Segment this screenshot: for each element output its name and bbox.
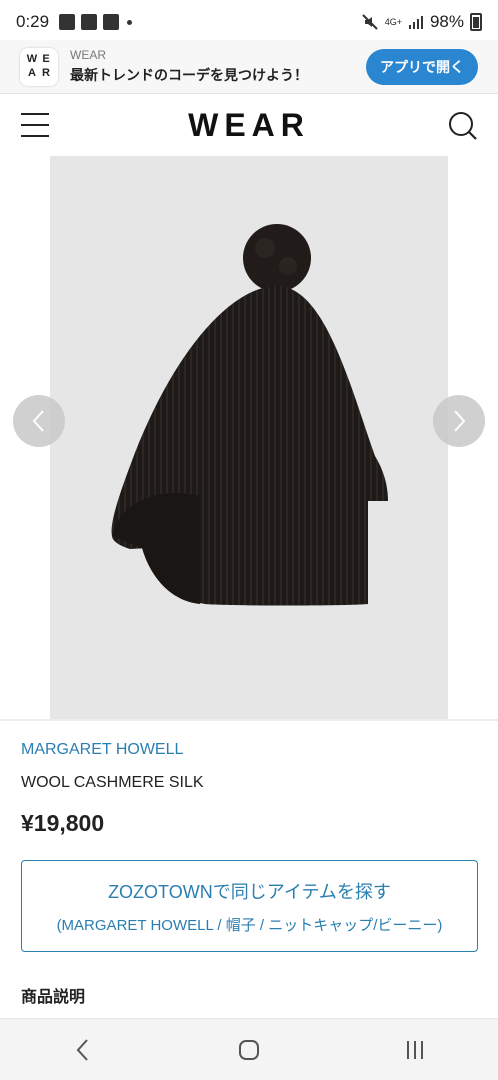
product-price: ¥19,800 — [21, 810, 105, 836]
app-install-banner[interactable]: W E A R WEAR 最新トレンドのコーデを見つけよう！ アプリで開く — [0, 40, 498, 94]
signal-icon — [408, 16, 423, 29]
mail-notification-icon — [81, 14, 98, 30]
battery-percent: 98% — [429, 12, 464, 31]
banner-app-name: WEAR — [70, 48, 106, 62]
chevron-left-icon — [32, 410, 44, 432]
divider — [0, 719, 498, 721]
status-time: 0:29 — [16, 12, 50, 31]
site-header: WEAR — [0, 94, 498, 156]
system-nav-bar — [0, 1018, 498, 1080]
recents-icon — [407, 1040, 423, 1059]
recents-button[interactable] — [395, 1030, 435, 1070]
zozotown-search-label: ZOZOTOWNで同じアイテムを探す — [108, 881, 391, 902]
product-image — [50, 156, 448, 719]
search-icon[interactable] — [448, 111, 478, 141]
product-image-carousel[interactable] — [0, 156, 498, 719]
battery-icon — [470, 13, 482, 31]
news-notification-icon — [103, 14, 120, 30]
wear-app-logo: W E A R — [20, 47, 58, 86]
zozotown-search-button[interactable]: ZOZOTOWNで同じアイテムを探す (MARGARET HOWELL / 帽子… — [21, 860, 478, 952]
open-in-app-button[interactable]: アプリで開く — [366, 48, 478, 85]
chevron-right-icon — [454, 410, 466, 432]
home-icon — [239, 1039, 259, 1060]
banner-tagline: 最新トレンドのコーデを見つけよう！ — [70, 67, 308, 83]
network-type: 4G+ — [384, 16, 402, 27]
mute-icon — [361, 14, 378, 30]
carousel-prev-button[interactable] — [13, 395, 65, 447]
product-brand-link[interactable]: MARGARET HOWELL — [21, 741, 183, 759]
status-bar: 0:29 4G+ 98% — [0, 0, 498, 44]
hamburger-menu-icon[interactable] — [21, 113, 49, 137]
back-button[interactable] — [63, 1030, 103, 1070]
zozotown-category-label: (MARGARET HOWELL / 帽子 / ニットキャップ/ビーニー) — [56, 916, 443, 934]
knit-hat-image — [111, 224, 388, 606]
more-notifications-icon — [127, 19, 133, 25]
carousel-next-button[interactable] — [433, 395, 485, 447]
description-heading: 商品説明 — [21, 989, 86, 1006]
site-logo[interactable]: WEAR — [188, 107, 310, 144]
product-name: WOOL CASHMERE SILK — [21, 774, 204, 791]
gallery-notification-icon — [59, 14, 76, 30]
back-icon — [76, 1038, 88, 1061]
home-button[interactable] — [229, 1030, 269, 1070]
